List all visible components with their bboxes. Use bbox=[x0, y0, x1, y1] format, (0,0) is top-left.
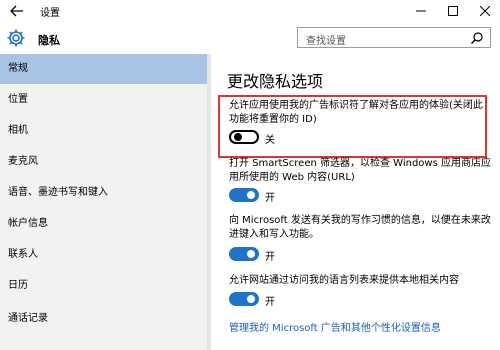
sidebar-item-account-info[interactable]: 帐户信息 bbox=[0, 209, 207, 239]
sidebar-item-label: 日历 bbox=[8, 280, 28, 291]
sidebar-item-location[interactable]: 位置 bbox=[0, 85, 207, 115]
toggle-knob bbox=[247, 191, 255, 199]
close-icon bbox=[480, 6, 490, 16]
toggle-knob bbox=[247, 250, 255, 258]
language-list-state: 开 bbox=[265, 297, 275, 308]
close-button[interactable] bbox=[470, 0, 500, 22]
sidebar-item-label: 帐户信息 bbox=[8, 218, 48, 229]
sidebar-item-call-history[interactable]: 通话记录 bbox=[0, 304, 207, 334]
section-title: 隐私 bbox=[38, 34, 60, 47]
header: 隐私 查找设置 bbox=[0, 22, 500, 54]
sidebar-item-label: 麦克风 bbox=[8, 156, 38, 167]
advertising-id-state: 关 bbox=[265, 135, 275, 146]
minimize-icon bbox=[416, 10, 426, 12]
language-list-toggle[interactable] bbox=[229, 292, 259, 306]
main-content: 更改隐私选项 允许应用使用我的广告标识符了解对各应用的体验(关闭此功能将重置你的… bbox=[211, 54, 500, 350]
smartscreen-state: 开 bbox=[265, 193, 275, 204]
sidebar-item-contacts[interactable]: 联系人 bbox=[0, 240, 207, 270]
writing-habits-toggle[interactable] bbox=[229, 247, 259, 261]
sidebar-item-label: 位置 bbox=[8, 94, 28, 105]
title-bar: 设置 bbox=[0, 0, 500, 22]
page-title: 更改隐私选项 bbox=[227, 72, 324, 91]
sidebar-item-camera[interactable]: 相机 bbox=[0, 116, 207, 146]
sidebar-item-label: 通话记录 bbox=[8, 313, 48, 324]
sidebar-item-microphone[interactable]: 麦克风 bbox=[0, 147, 207, 177]
advertising-id-toggle[interactable] bbox=[229, 130, 259, 144]
sidebar: 常规 位置 相机 麦克风 语音、墨迹书写和键入 帐户信息 联系人 日历 通话记录 bbox=[0, 54, 207, 350]
maximize-button[interactable] bbox=[438, 0, 468, 22]
back-button[interactable] bbox=[8, 3, 26, 19]
sidebar-item-label: 常规 bbox=[8, 63, 28, 74]
minimize-button[interactable] bbox=[406, 0, 436, 22]
option-advertising-id-text: 允许应用使用我的广告标识符了解对各应用的体验(关闭此功能将重置你的 ID) bbox=[229, 100, 483, 125]
option-language-list-text: 允许网站通过访问我的语言列表来提供本地相关内容 bbox=[229, 275, 459, 286]
search-icon bbox=[471, 32, 483, 44]
manage-ads-link[interactable]: 管理我的 Microsoft 广告和其他个性化设置信息 bbox=[229, 319, 441, 334]
smartscreen-toggle[interactable] bbox=[229, 188, 259, 202]
sidebar-item-label: 语音、墨迹书写和键入 bbox=[8, 187, 108, 198]
option-smartscreen-text: 打开 SmartScreen 筛选器，以检查 Windows 应用商店应用所使用… bbox=[229, 158, 491, 183]
option-writing-habits-text: 向 Microsoft 发送有关我的写作习惯的信息，以便在未来改进键入和写入功能… bbox=[229, 215, 491, 240]
sidebar-item-calendar[interactable]: 日历 bbox=[0, 271, 207, 301]
toggle-knob bbox=[234, 133, 242, 141]
sidebar-item-general[interactable]: 常规 bbox=[0, 54, 207, 84]
sidebar-item-label: 联系人 bbox=[8, 249, 38, 260]
maximize-icon bbox=[448, 6, 458, 16]
app-title: 设置 bbox=[40, 8, 60, 19]
gear-icon bbox=[7, 29, 25, 47]
back-arrow-icon bbox=[10, 5, 23, 17]
sidebar-item-speech-inking-typing[interactable]: 语音、墨迹书写和键入 bbox=[0, 178, 207, 208]
search-input[interactable]: 查找设置 bbox=[297, 27, 491, 48]
sidebar-item-label: 相机 bbox=[8, 125, 28, 136]
toggle-knob bbox=[247, 295, 255, 303]
search-placeholder: 查找设置 bbox=[306, 36, 346, 47]
writing-habits-state: 开 bbox=[265, 252, 275, 263]
